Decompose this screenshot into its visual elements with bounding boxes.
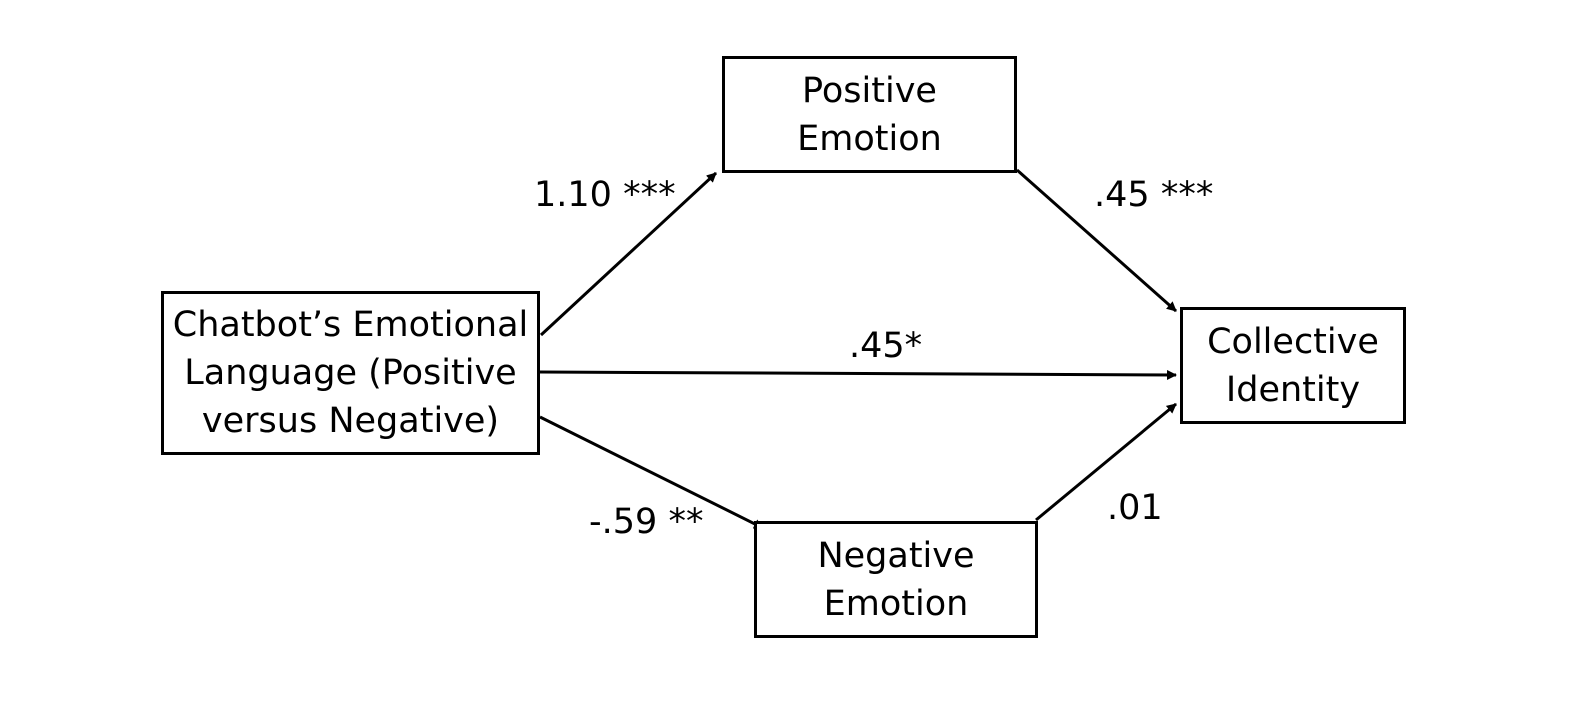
positive-emotion-label-line: Emotion [797,118,942,159]
positive-emotion-label-line: Positive [802,70,937,111]
predictor-label-line: versus Negative) [201,401,500,441]
negative-emotion-box: Negative Emotion [754,521,1038,638]
positive-emotion-box: Positive Emotion [722,56,1017,173]
path-coefficient-predictor-positive: 1.10 *** [534,175,676,215]
coefficient-value: -.59 [589,502,658,542]
coefficient-value: 1.10 [534,175,612,215]
collective-identity-label-line: Identity [1225,369,1361,410]
predictor-label-line: Language (Positive [184,353,517,393]
path-coefficient-predictor-negative: -.59 ** [589,502,703,542]
collective-identity-label-line: Collective [1207,321,1379,362]
predictor-box: Chatbot’s Emotional Language (Positive v… [161,291,540,455]
path-coefficient-positive-outcome: .45 *** [1094,175,1213,215]
predictor-label-line: Chatbot’s Emotional [172,305,529,345]
path-coefficient-negative-outcome: .01 [1107,488,1163,528]
significance-stars: *** [1160,175,1214,215]
significance-stars: ** [668,502,704,542]
path-coefficient-direct: .45* [849,326,923,366]
arrow-predictor-to-outcome [539,369,1177,380]
coefficient-value: .45 [1094,175,1150,215]
collective-identity-box: Collective Identity [1180,307,1406,424]
mediation-diagram: Chatbot’s Emotional Language (Positive v… [0,0,1574,712]
negative-emotion-label-line: Emotion [823,583,969,624]
significance-stars: *** [623,175,676,215]
negative-emotion-label-line: Negative [817,535,975,576]
